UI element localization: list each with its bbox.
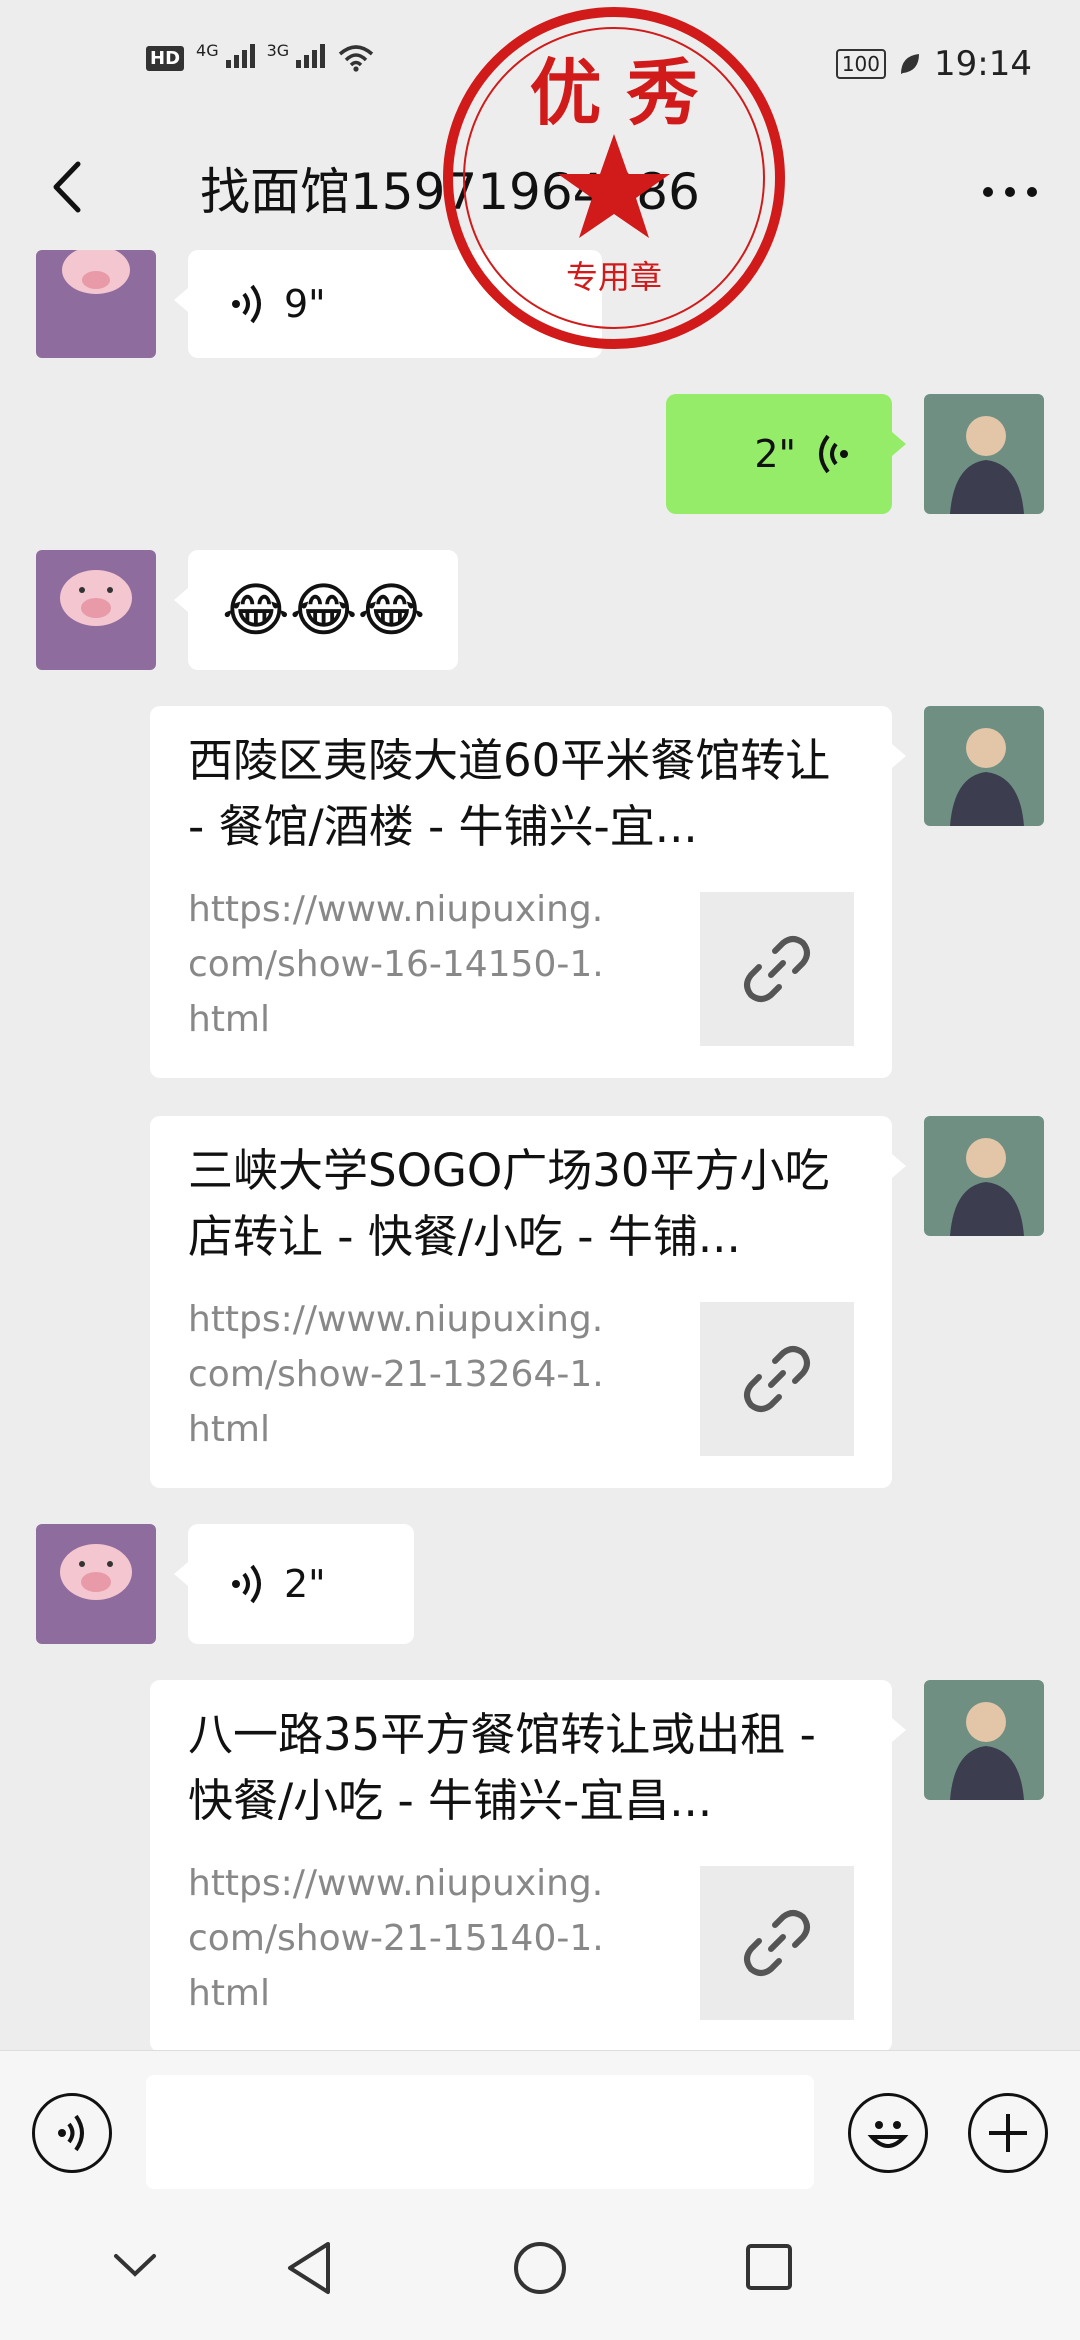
user-avatar-icon [950,1138,1024,1236]
chat-header: 找面馆15971964486 [0,130,1080,250]
voice-message[interactable]: 2" [174,1524,414,1644]
emoji-content: 😂😂😂 [222,576,426,644]
link-card[interactable]: 三峡大学SOGO广场30平方小吃店转让 - 快餐/小吃 - 牛铺... http… [150,1116,906,1488]
link-title: 西陵区夷陵大道60平米餐馆转让 - 餐馆/酒楼 - 牛铺兴-宜... [188,734,831,853]
voice-content: 9" [188,250,602,358]
pig-avatar-icon [62,250,130,294]
network-a: 4G [196,41,255,74]
voice-wave-icon [819,434,848,474]
avatar[interactable] [924,394,1044,514]
link-url: https://www.niupuxing.com/show-21-13264-… [188,1299,604,1450]
wifi-icon [339,45,374,72]
signal-b-icon [296,42,326,68]
emoji-button[interactable] [848,2093,928,2173]
voice-input-button[interactable] [32,2093,112,2173]
chevron-down-icon[interactable] [112,2250,158,2280]
voice-message[interactable]: 9" [174,250,602,358]
voice-content: 2" [188,1524,414,1644]
plus-icon [989,2114,1027,2152]
voice-duration: 2" [284,1562,326,1606]
home-circle-icon[interactable] [512,2240,568,2296]
avatar[interactable] [924,706,1044,826]
user-avatar-icon [950,416,1024,514]
plus-button[interactable] [968,2093,1048,2173]
avatar[interactable] [36,250,156,358]
user-avatar-icon [950,1702,1024,1800]
network-b-label: 3G [266,41,290,60]
voice-input-icon [58,2114,84,2152]
status-bar: HD 4G 3G 100 19:14 [0,0,1080,130]
status-left: HD 4G 3G [146,41,375,74]
pig-avatar-icon [60,1544,132,1600]
link-url: https://www.niupuxing.com/show-21-15140-… [188,1863,604,2014]
hd-icon: HD [146,45,185,71]
link-title: 八一路35平方餐馆转让或出租 - 快餐/小吃 - 牛铺兴-宜昌... [188,1708,816,1827]
link-thumbnail [700,1302,854,1456]
avatar[interactable] [36,1524,156,1644]
more-icon[interactable] [980,182,1040,202]
emoji-message[interactable]: 😂😂😂 [174,550,458,670]
link-thumbnail [700,1866,854,2020]
voice-message[interactable]: 2" [666,394,906,514]
voice-content: 2" [666,394,892,514]
network-a-label: 4G [196,41,219,60]
pig-avatar-icon [60,570,132,626]
network-b: 3G [266,41,326,74]
recents-square-icon[interactable] [744,2242,794,2292]
link-card[interactable]: 八一路35平方餐馆转让或出租 - 快餐/小吃 - 牛铺兴-宜昌... https… [150,1680,906,2050]
voice-wave-icon [232,284,261,324]
chat-title: 找面馆15971964486 [200,163,700,221]
system-nav-bar [0,2200,1080,2340]
battery-icon: 100 [835,49,887,79]
signal-a-icon [225,42,255,68]
avatar[interactable] [924,1116,1044,1236]
user-avatar-icon [950,728,1024,826]
emoji-icon [867,2121,909,2148]
voice-duration: 9" [284,282,326,326]
chevron-left-icon[interactable] [36,152,106,222]
link-title: 三峡大学SOGO广场30平方小吃店转让 - 快餐/小吃 - 牛铺... [188,1144,830,1263]
link-thumbnail [700,892,854,1046]
link-icon [744,936,810,1002]
back-triangle-icon[interactable] [284,2240,334,2296]
link-card[interactable]: 西陵区夷陵大道60平米餐馆转让 - 餐馆/酒楼 - 牛铺兴-宜... https… [150,706,906,1078]
voice-wave-icon [232,1564,261,1604]
message-input[interactable] [146,2075,814,2189]
battery-level: 100 [841,52,881,76]
avatar[interactable] [36,550,156,670]
chat-area[interactable]: 9" 2" 😂😂😂 西陵区夷陵大道60平米餐馆转让 - 餐馆/酒楼 - 牛铺兴-… [0,250,1080,2050]
link-url: https://www.niupuxing.com/show-16-14150-… [188,889,604,1040]
input-bar [0,2050,1080,2201]
status-right: 100 19:14 [835,44,1032,84]
avatar[interactable] [924,1680,1044,1800]
voice-duration: 2" [754,432,796,476]
leaf-icon [901,54,920,74]
clock: 19:14 [934,44,1032,84]
link-icon [744,1346,810,1412]
link-icon [744,1910,810,1976]
